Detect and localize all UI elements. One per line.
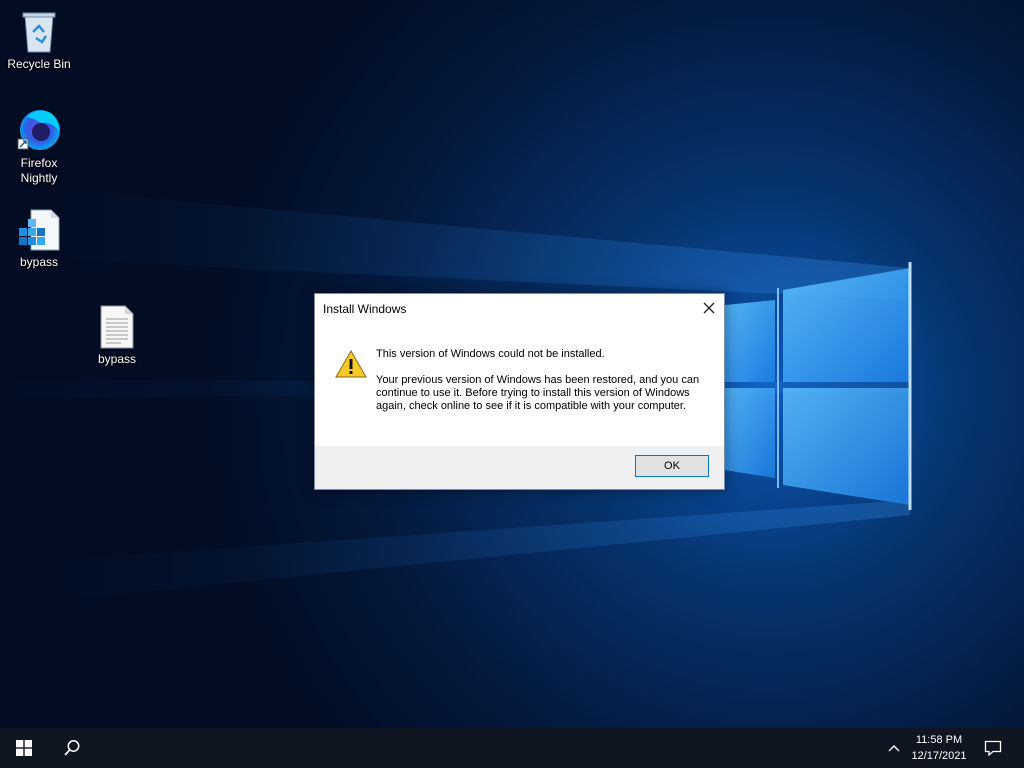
text-file-icon [100,305,134,349]
dialog-message: Your previous version of Windows has bee… [376,374,700,412]
search-icon [64,740,80,756]
dialog-footer: OK [315,446,724,489]
install-windows-dialog: Install Windows This version of Windows … [314,293,725,490]
dialog-title: Install Windows [323,302,407,316]
clock-date: 12/17/2021 [911,750,967,762]
start-button[interactable] [0,728,48,768]
desktop-icon-label-line1: Firefox [20,156,58,170]
desktop: Recycle Bin Firefox Nightly bypass bypas… [0,0,1024,728]
desktop-icon-recycle-bin[interactable]: Recycle Bin [1,8,77,72]
firefox-nightly-icon [17,110,60,150]
close-icon [703,302,715,314]
chevron-up-icon [888,745,900,752]
dialog-close-button[interactable] [698,297,720,319]
taskbar: 11:58 PM 12/17/2021 [0,728,1024,768]
action-center-button[interactable] [976,728,1010,768]
desktop-icon-label-line2: Nightly [20,171,58,185]
desktop-icon-firefox-nightly[interactable]: Firefox Nightly [1,105,77,186]
show-hidden-icons-button[interactable] [882,728,906,768]
desktop-icon-bypass-text[interactable]: bypass [79,305,155,367]
ok-button[interactable]: OK [635,455,709,477]
desktop-icon-label: bypass [19,255,59,269]
clock[interactable]: 11:58 PM 12/17/2021 [906,732,972,764]
desktop-icon-label: Recycle Bin [7,57,71,71]
desktop-icon-label: bypass [97,352,137,366]
warning-icon [335,349,367,378]
recycle-bin-icon [22,12,56,53]
windows-start-icon [16,740,32,756]
search-button[interactable] [48,728,96,768]
dialog-headline: This version of Windows could not be ins… [376,348,605,360]
clock-time: 11:58 PM [915,734,963,746]
notification-icon [984,740,1002,756]
desktop-icon-bypass-registry[interactable]: bypass [1,208,77,270]
registry-file-icon [19,209,60,251]
